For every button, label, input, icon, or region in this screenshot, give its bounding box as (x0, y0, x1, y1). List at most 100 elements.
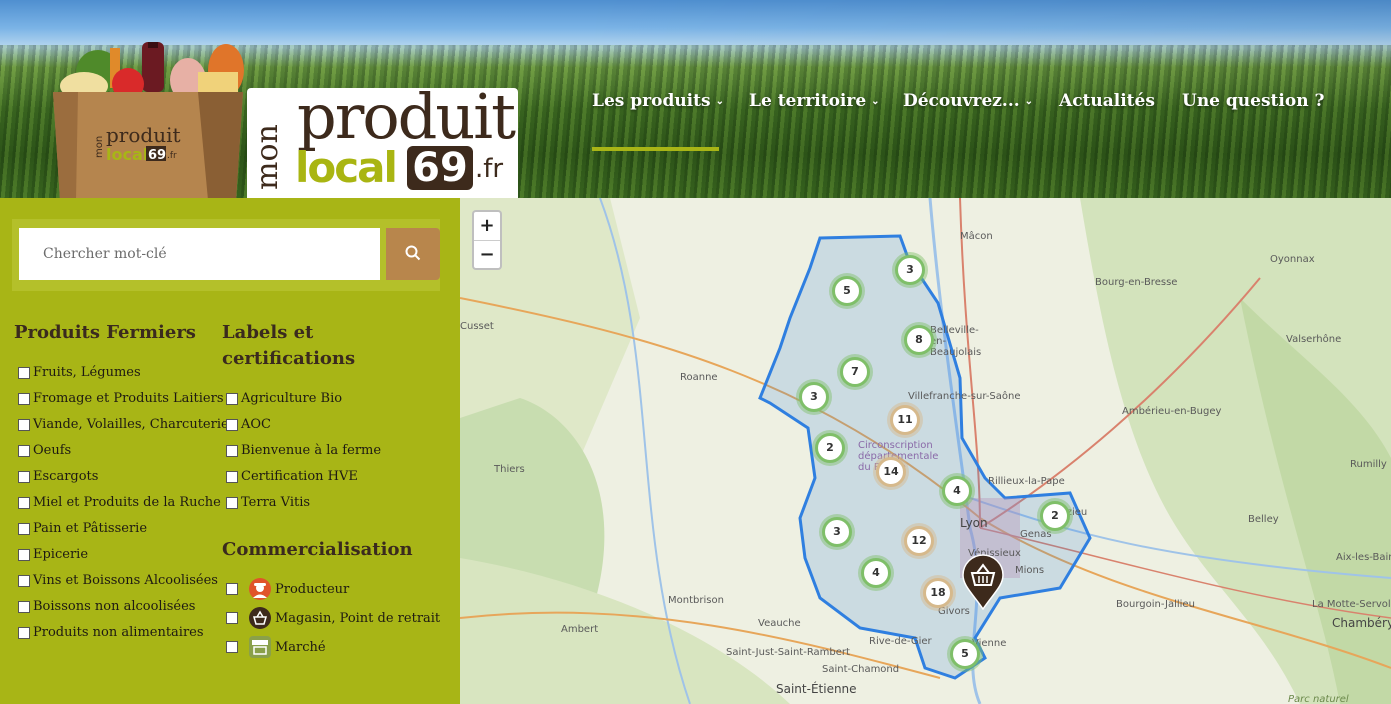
checkbox[interactable] (226, 612, 238, 624)
nav-active-underline (592, 147, 719, 151)
city-label: Mions (1015, 565, 1045, 576)
city-label: Mâcon (960, 231, 993, 242)
checkbox[interactable] (18, 548, 30, 561)
map-cluster[interactable]: 4 (942, 476, 972, 506)
city-label: Genas (1020, 529, 1052, 540)
map-cluster[interactable]: 7 (840, 357, 870, 387)
nav-les-produits[interactable]: Les produits ⌄ (592, 88, 724, 115)
checkbox[interactable] (18, 522, 30, 535)
city-label: Belleville-en-Beaujolais (930, 325, 982, 358)
nav-decouvrez[interactable]: Découvrez... ⌄ (903, 88, 1033, 115)
basket-icon[interactable] (961, 554, 1005, 610)
logo-bag-icon[interactable]: produit local 69 .fr mon (48, 42, 253, 198)
checkbox[interactable] (226, 583, 238, 595)
chevron-down-icon: ⌄ (715, 96, 724, 107)
logo[interactable]: mon produit local 69 .fr (247, 80, 518, 198)
checkbox[interactable] (18, 574, 30, 587)
search-button[interactable] (386, 228, 440, 280)
filter-terra-vitis[interactable]: Terra Vitis (226, 495, 310, 510)
checkbox[interactable] (18, 496, 30, 509)
zoom-out-button[interactable]: − (474, 241, 500, 269)
logo-mon: mon (253, 124, 283, 190)
map-cluster[interactable]: 8 (904, 325, 934, 355)
map-cluster[interactable]: 3 (822, 517, 852, 547)
city-label: Saint-Étienne (776, 682, 857, 696)
logo-bag-tld: .fr (167, 151, 177, 161)
filter-epicerie[interactable]: Epicerie (18, 547, 88, 562)
city-label: La Motte-Servolex (1312, 599, 1391, 610)
city-label: Chambéry (1332, 616, 1391, 630)
filter-fromage[interactable]: Fromage et Produits Laitiers (18, 391, 224, 406)
checkbox[interactable] (18, 366, 30, 379)
logo-local: local (295, 143, 398, 192)
city-label: Valserhône (1286, 334, 1342, 345)
nav-le-territoire[interactable]: Le territoire ⌄ (749, 88, 880, 115)
basket-icon (249, 607, 271, 629)
city-label: Oyonnax (1270, 254, 1315, 265)
filter-magasin[interactable]: Magasin, Point de retrait (226, 607, 440, 629)
city-label: Montbrison (668, 595, 724, 606)
search-icon (405, 245, 421, 260)
map-cluster[interactable]: 18 (923, 578, 953, 608)
checkbox[interactable] (226, 470, 238, 483)
checkbox[interactable] (18, 470, 30, 483)
checkbox[interactable] (226, 418, 238, 431)
filter-fruits-legumes[interactable]: Fruits, Légumes (18, 365, 141, 380)
checkbox[interactable] (18, 392, 30, 405)
filter-oeufs[interactable]: Oeufs (18, 443, 71, 458)
checkbox[interactable] (226, 496, 238, 509)
filter-sidebar: Produits Fermiers Fruits, Légumes Fromag… (0, 198, 460, 704)
nav-actualites[interactable]: Actualités (1059, 88, 1155, 114)
logo-tld: .fr (475, 154, 504, 184)
map-cluster[interactable]: 4 (861, 558, 891, 588)
logo-bag-local: local (106, 145, 148, 164)
filter-escargots[interactable]: Escargots (18, 469, 98, 484)
checkbox[interactable] (18, 444, 30, 457)
logo-bag-mon: mon (94, 136, 105, 158)
map-cluster[interactable]: 5 (832, 276, 862, 306)
checkbox[interactable] (226, 392, 238, 405)
nav-une-question[interactable]: Une question ? (1182, 88, 1324, 114)
search-input[interactable] (19, 228, 380, 280)
filter-pain[interactable]: Pain et Pâtisserie (18, 521, 147, 536)
checkbox[interactable] (18, 418, 30, 431)
checkbox[interactable] (226, 641, 238, 653)
filter-vins[interactable]: Vins et Boissons Alcoolisées (18, 573, 218, 588)
filter-hve[interactable]: Certification HVE (226, 469, 358, 484)
filter-boissons-non-alcoolisees[interactable]: Boissons non alcoolisées (18, 599, 195, 614)
logo-produit: produit (297, 80, 516, 153)
map[interactable]: + − Mâcon Bourg-en-Bresse Oyonnax Cusset… (460, 198, 1391, 704)
map-cluster[interactable]: 12 (904, 526, 934, 556)
market-stall-icon (249, 636, 271, 658)
city-label: Aix-les-Bains (1336, 552, 1391, 563)
filter-produits-non-alimentaires[interactable]: Produits non alimentaires (18, 625, 204, 640)
zoom-in-button[interactable]: + (474, 212, 500, 241)
checkbox[interactable] (226, 444, 238, 457)
map-cluster[interactable]: 2 (815, 433, 845, 463)
city-label: Bourgoin-Jallieu (1116, 599, 1195, 610)
map-cluster[interactable]: 5 (950, 639, 980, 669)
map-cluster[interactable]: 14 (876, 457, 906, 487)
filter-marche[interactable]: Marché (226, 636, 326, 658)
city-label: Saint-Just-Saint-Rambert (726, 647, 850, 658)
filter-aoc[interactable]: AOC (226, 417, 271, 432)
city-label: Ambérieu-en-Bugey (1122, 406, 1222, 417)
filter-producteur[interactable]: Producteur (226, 578, 349, 600)
filter-miel[interactable]: Miel et Produits de la Ruche (18, 495, 221, 510)
logo-number: 69 (407, 146, 473, 190)
filter-viande[interactable]: Viande, Volailles, Charcuterie (18, 417, 229, 432)
checkbox[interactable] (18, 626, 30, 639)
map-cluster[interactable]: 2 (1040, 501, 1070, 531)
city-label: Villefranche-sur-Saône (908, 391, 1021, 402)
map-cluster[interactable]: 11 (890, 405, 920, 435)
map-cluster[interactable]: 3 (799, 382, 829, 412)
city-label: Cusset (460, 321, 494, 332)
svg-text:mon: mon (253, 124, 283, 190)
map-cluster[interactable]: 3 (895, 255, 925, 285)
labels-title-line2: certifications (222, 348, 356, 369)
filter-agriculture-bio[interactable]: Agriculture Bio (226, 391, 342, 406)
filter-bienvenue-ferme[interactable]: Bienvenue à la ferme (226, 443, 381, 458)
farmer-icon (249, 578, 271, 600)
checkbox[interactable] (18, 600, 30, 613)
city-label: Rumilly (1350, 459, 1387, 470)
